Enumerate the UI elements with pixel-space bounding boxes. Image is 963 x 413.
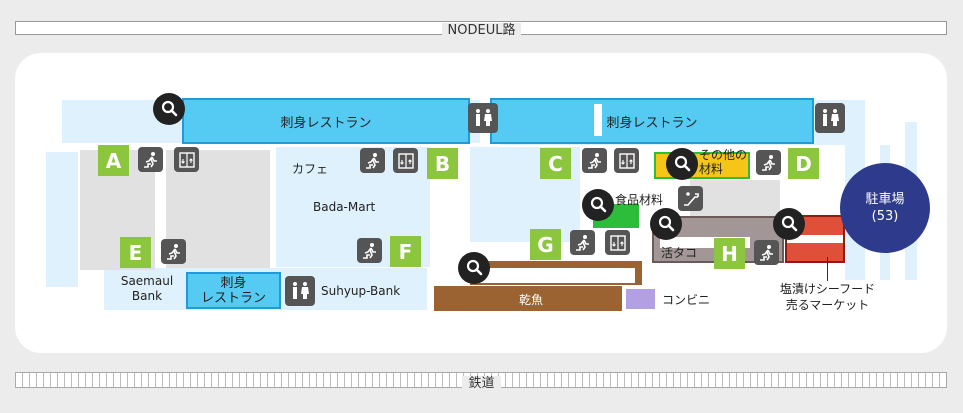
gate-d[interactable]: D	[788, 148, 819, 179]
search-icon[interactable]	[650, 208, 682, 240]
restroom-icon[interactable]	[815, 103, 845, 133]
stairs-icon[interactable]	[582, 148, 607, 173]
saemaul-bank-label: Saemaul Bank	[120, 274, 174, 303]
cafe-label: カフェ	[292, 162, 329, 176]
elevator-icon[interactable]	[614, 148, 639, 173]
stairs-icon[interactable]	[138, 147, 163, 172]
restroom-icon[interactable]	[468, 103, 498, 133]
restaurant-south[interactable]: 刺身 レストラン	[186, 272, 281, 309]
salted-seafood-label: 塩漬けシーフード 売るマーケット	[779, 282, 876, 312]
dried-fish-aisle	[480, 268, 635, 283]
nodeul-road-label: NODEUL路	[0, 19, 963, 38]
convenience-store[interactable]	[626, 289, 655, 309]
stairs-icon[interactable]	[756, 150, 781, 175]
restaurant-north-right[interactable]: 刺身レストラン	[490, 98, 814, 144]
gate-h[interactable]: H	[714, 238, 745, 269]
restaurant-label: 刺身レストラン	[606, 115, 698, 131]
elevator-icon[interactable]	[393, 148, 418, 173]
gray-block-right	[690, 180, 780, 216]
gate-a[interactable]: A	[98, 145, 129, 176]
parking-label: 駐車場	[865, 192, 905, 207]
parking-lot[interactable]: 駐車場 (53)	[840, 163, 930, 253]
railway-label: 鉄道	[0, 372, 963, 391]
gate-b[interactable]: B	[427, 148, 458, 179]
gate-c[interactable]: C	[540, 148, 571, 179]
convenience-label: コンビニ	[662, 293, 711, 307]
elevator-icon[interactable]	[174, 147, 199, 172]
food-materials-label: 食品材料	[615, 193, 664, 207]
left-edge-zone	[46, 152, 78, 287]
stairs-icon[interactable]	[360, 148, 385, 173]
gate-g[interactable]: G	[530, 229, 561, 260]
gate-e[interactable]: E	[120, 237, 151, 268]
restaurant-divider	[594, 104, 602, 136]
stairs-icon[interactable]	[754, 240, 779, 265]
elevator-icon[interactable]	[605, 230, 630, 255]
restaurant-south-label-2: レストラン	[200, 290, 266, 306]
search-icon[interactable]	[458, 252, 490, 284]
dried-fish-label: 乾魚	[519, 293, 544, 307]
other-materials-label: その他の 材料	[699, 148, 748, 176]
escalator-icon[interactable]	[678, 186, 703, 211]
bada-mart-label: Bada-Mart	[313, 200, 376, 214]
restaurant-north-left[interactable]: 刺身レストラン	[182, 98, 470, 144]
gate-f[interactable]: F	[390, 236, 421, 267]
live-octopus-label: 活タコ	[661, 246, 698, 260]
restaurant-south-label-1: 刺身	[220, 275, 247, 291]
stairs-icon[interactable]	[357, 238, 382, 263]
stairs-icon[interactable]	[570, 230, 595, 255]
search-icon[interactable]	[773, 208, 805, 240]
restaurant-label: 刺身レストラン	[280, 115, 372, 131]
seafood-pointer-line	[827, 257, 828, 281]
suhyup-bank-label: Suhyup-Bank	[321, 284, 401, 298]
stairs-icon[interactable]	[161, 239, 186, 264]
parking-count: (53)	[871, 209, 899, 224]
restroom-icon[interactable]	[285, 276, 315, 306]
search-icon[interactable]	[582, 189, 614, 221]
search-icon[interactable]	[666, 148, 698, 180]
search-icon[interactable]	[153, 93, 185, 125]
